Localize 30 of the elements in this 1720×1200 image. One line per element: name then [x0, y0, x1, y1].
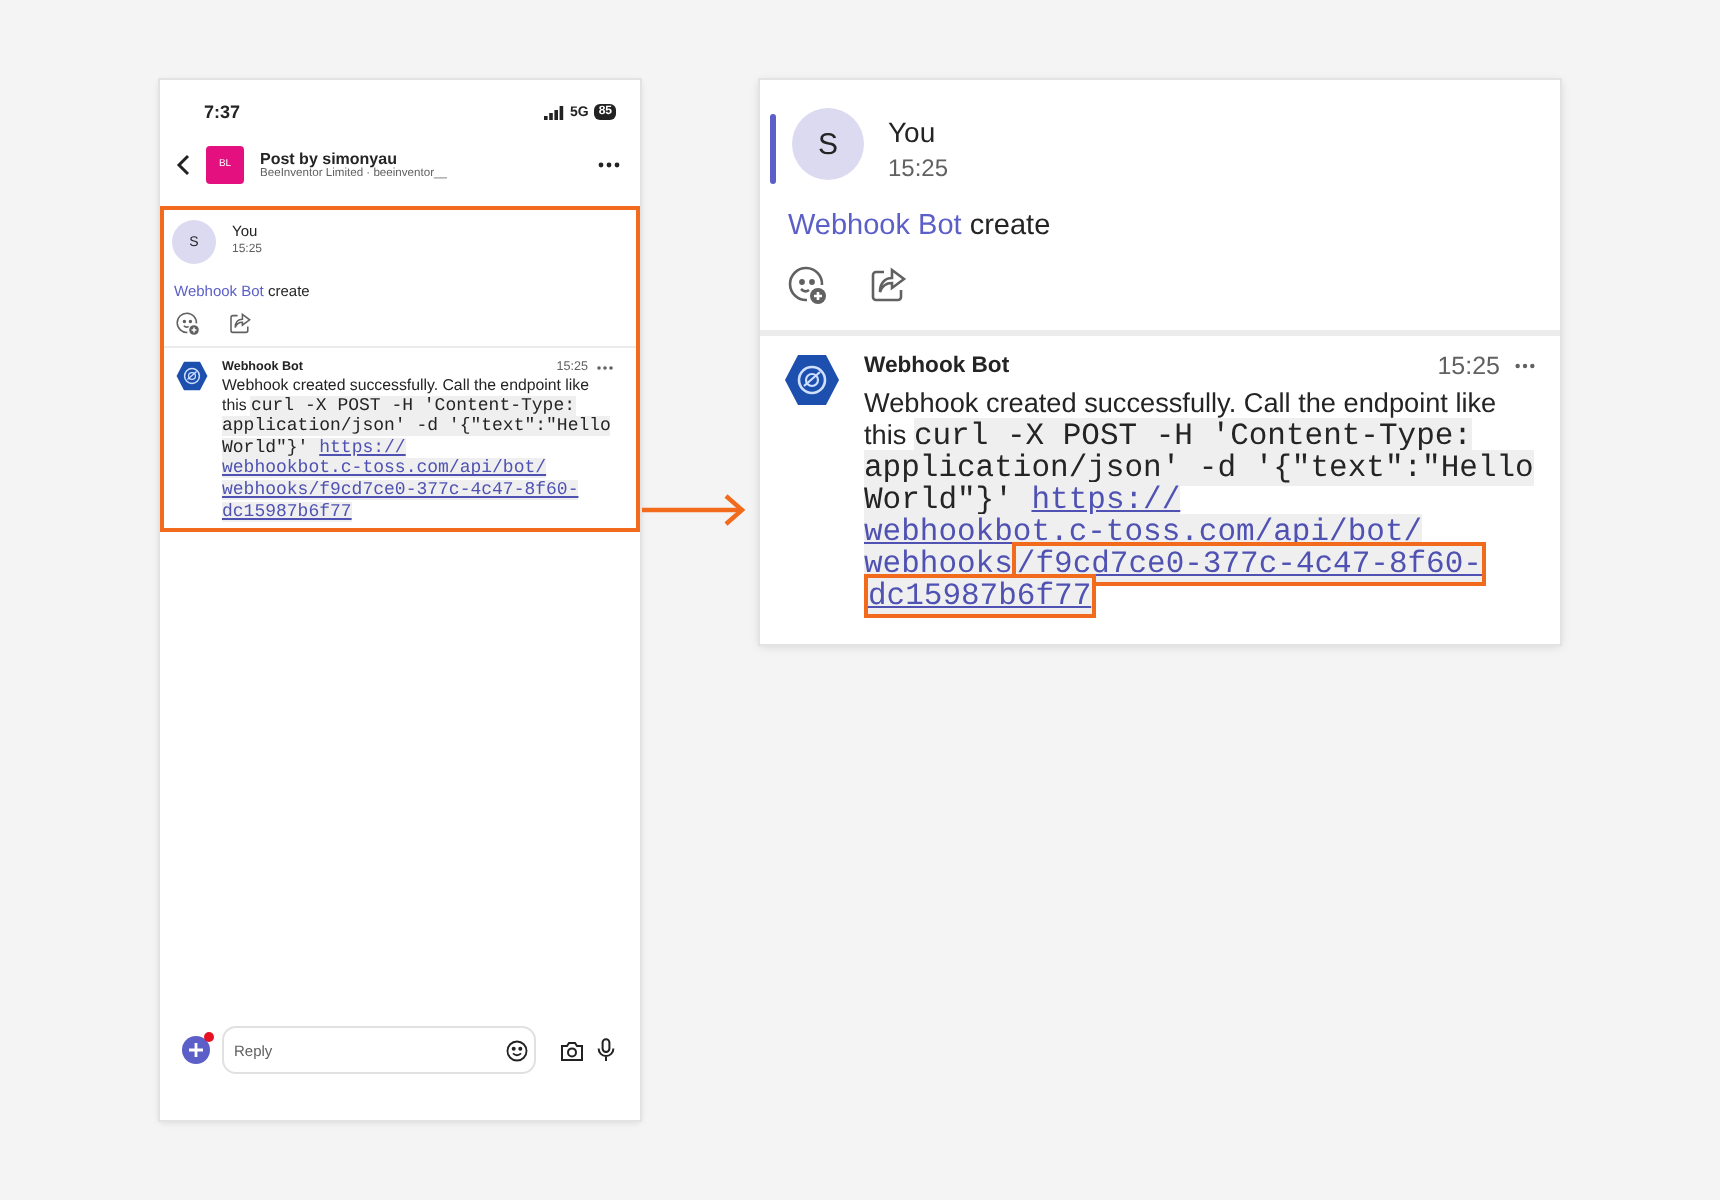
post-title: Post by simonyau: [260, 149, 397, 167]
add-icon[interactable]: [182, 1036, 210, 1064]
link-text[interactable]: dc15987b6f77: [222, 501, 352, 522]
microphone-icon[interactable]: [596, 1038, 616, 1062]
link-text[interactable]: https://: [319, 437, 406, 458]
more-icon[interactable]: [1514, 362, 1536, 370]
back-icon[interactable]: [176, 153, 190, 175]
link-text[interactable]: dc15987b6f77: [864, 574, 1096, 618]
more-icon[interactable]: [596, 363, 614, 371]
share-icon[interactable]: [228, 312, 252, 336]
bot-avatar-icon: [784, 352, 840, 408]
sender-name: Webhook Bot: [864, 354, 1012, 378]
link-text[interactable]: https://: [1031, 482, 1181, 518]
clock-time: 7:37: [204, 102, 243, 122]
add-reaction-icon[interactable]: [176, 312, 200, 336]
author-name: You: [888, 116, 938, 148]
emoji-icon[interactable]: [506, 1039, 528, 1061]
link-text[interactable]: webhookbot.c-toss.com/api/bot/: [222, 458, 547, 479]
message-text: Webhook created successfully. Call the endpoint like this curl -X POST -H 'Content-Type: application/json' -d '{"text":"Hello World"}' https:// webhookbot.c-toss.com/api/bot/ webhooks/f9cd7ce0-377c-4c47-8f60- dc15987b6f77: [864, 388, 1536, 612]
message-time: 15:25: [1437, 352, 1500, 380]
signal-icon: [543, 105, 564, 119]
post-time: 15:25: [888, 154, 949, 182]
link-text[interactable]: webhooks/f9cd7ce0-377c-4c47-8f60-: [222, 479, 579, 500]
more-icon[interactable]: [598, 161, 620, 167]
user-avatar: S: [792, 108, 864, 180]
add-reaction-icon[interactable]: [788, 266, 828, 306]
bot-avatar-icon: [176, 360, 208, 392]
camera-icon[interactable]: [560, 1039, 584, 1061]
share-icon[interactable]: [868, 266, 908, 306]
post-text: Webhook Bot create: [788, 210, 1053, 242]
